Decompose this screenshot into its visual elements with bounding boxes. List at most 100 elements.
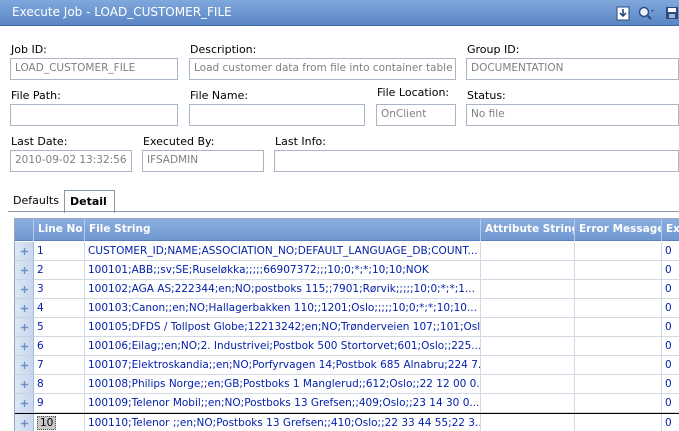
window-title: Execute Job - LOAD_CUSTOMER_FILE (12, 5, 232, 19)
cell-error-message[interactable] (575, 414, 662, 431)
file-name-field[interactable] (189, 104, 365, 126)
last-date-field[interactable]: 2010-09-02 13:32:56 (10, 150, 132, 172)
cell-file-string[interactable]: 100103;Canon;;en;NO;Hallagerbakken 110;;… (85, 299, 481, 318)
save-icon[interactable] (663, 4, 679, 22)
cell-ex-text: 0 (665, 264, 672, 276)
cell-ex[interactable]: 0 (662, 414, 679, 431)
file-name-label: File Name: (190, 89, 249, 102)
job-id-field[interactable]: LOAD_CUSTOMER_FILE (10, 58, 178, 80)
row-selector-icon[interactable] (15, 242, 34, 261)
cell-file-string-text: 100107;Elektroskandia;;en;NO;Porfyrvagen… (88, 359, 481, 371)
title-bar: Execute Job - LOAD_CUSTOMER_FILE (0, 0, 679, 26)
cell-line-no[interactable]: 1 (34, 242, 85, 261)
cell-file-string[interactable]: 100109;Telenor Mobil;;en;NO;Postboks 13 … (85, 394, 481, 413)
table-row[interactable]: 1 CUSTOMER_ID;NAME;ASSOCIATION_NO;DEFAULT… (15, 242, 679, 261)
cell-ex-text: 0 (665, 417, 672, 429)
cell-line-no[interactable]: 8 (34, 375, 85, 394)
cell-file-string[interactable]: 100101;ABB;;sv;SE;Ruseløkka;;;;;66907372… (85, 261, 481, 280)
cell-file-string[interactable]: 100106;Eilag;;en;NO;2. Industrivei;Postb… (85, 337, 481, 356)
row-selector-icon[interactable] (15, 337, 34, 356)
cell-error-message[interactable] (575, 280, 662, 299)
table-row[interactable]: 9 100109;Telenor Mobil;;en;NO;Postboks 13… (15, 394, 679, 413)
cell-file-string[interactable]: 100107;Elektroskandia;;en;NO;Porfyrvagen… (85, 356, 481, 375)
cell-attribute-string[interactable] (481, 318, 575, 337)
cell-ex-text: 0 (665, 340, 672, 352)
cell-line-no-text: 10 (37, 416, 57, 430)
cell-ex[interactable]: 0 (662, 261, 679, 280)
table-row[interactable]: 6 100106;Eilag;;en;NO;2. Industrivei;Post… (15, 337, 679, 356)
cell-line-no[interactable]: 2 (34, 261, 85, 280)
row-selector-icon[interactable] (15, 261, 34, 280)
cell-attribute-string[interactable] (481, 280, 575, 299)
row-selector-icon[interactable] (15, 375, 34, 394)
cell-error-message[interactable] (575, 394, 662, 413)
column-header-error-message[interactable]: Error Message (575, 219, 662, 241)
cell-attribute-string[interactable] (481, 375, 575, 394)
cell-attribute-string[interactable] (481, 337, 575, 356)
cell-file-string[interactable]: 100108;Philips Norge;;en;GB;Postboks 1 M… (85, 375, 481, 394)
cell-ex[interactable]: 0 (662, 337, 679, 356)
cell-file-string[interactable]: 100110;Telenor ;;en;NO;Postboks 13 Grefs… (85, 414, 481, 431)
cell-error-message[interactable] (575, 242, 662, 261)
cell-line-no[interactable]: 3 (34, 280, 85, 299)
column-header-attribute-string[interactable]: Attribute String (481, 219, 575, 241)
executed-by-field[interactable]: IFSADMIN (142, 150, 264, 172)
tab-detail[interactable]: Detail (64, 190, 115, 213)
cell-attribute-string[interactable] (481, 299, 575, 318)
last-info-field[interactable] (274, 150, 679, 172)
cell-ex[interactable]: 0 (662, 318, 679, 337)
cell-error-message[interactable] (575, 299, 662, 318)
cell-attribute-string[interactable] (481, 356, 575, 375)
cell-file-string[interactable]: CUSTOMER_ID;NAME;ASSOCIATION_NO;DEFAULT_… (85, 242, 481, 261)
cell-ex[interactable]: 0 (662, 280, 679, 299)
table-row[interactable]: 3 100102;AGA AS;222344;en;NO;postboks 115… (15, 280, 679, 299)
row-selector-icon[interactable] (15, 318, 34, 337)
row-selector-icon[interactable] (15, 414, 34, 431)
cell-ex[interactable]: 0 (662, 242, 679, 261)
cell-line-no[interactable]: 10 (34, 414, 85, 431)
row-selector-icon[interactable] (15, 299, 34, 318)
table-row[interactable]: 8 100108;Philips Norge;;en;GB;Postboks 1 … (15, 375, 679, 394)
table-row[interactable]: 2 100101;ABB;;sv;SE;Ruseløkka;;;;;6690737… (15, 261, 679, 280)
table-row[interactable]: 7 100107;Elektroskandia;;en;NO;Porfyrvage… (15, 356, 679, 375)
cell-file-string[interactable]: 100102;AGA AS;222344;en;NO;postboks 115;… (85, 280, 481, 299)
cell-ex[interactable]: 0 (662, 299, 679, 318)
file-path-field[interactable] (10, 104, 178, 126)
row-selector-icon[interactable] (15, 280, 34, 299)
file-location-field[interactable]: OnClient (376, 104, 456, 126)
table-row[interactable]: 4 100103;Canon;;en;NO;Hallagerbakken 110;… (15, 299, 679, 318)
cell-line-no[interactable]: 6 (34, 337, 85, 356)
status-label: Status: (467, 89, 506, 102)
cell-line-no[interactable]: 7 (34, 356, 85, 375)
cell-error-message[interactable] (575, 375, 662, 394)
description-field[interactable]: Load customer data from file into contai… (189, 58, 456, 80)
group-id-field[interactable]: DOCUMENTATION (466, 58, 679, 80)
table-row[interactable]: 10 100110;Telenor ;;en;NO;Postboks 13 Gre… (15, 413, 679, 431)
tab-defaults[interactable]: Defaults (8, 190, 63, 212)
cell-ex[interactable]: 0 (662, 375, 679, 394)
cell-attribute-string[interactable] (481, 414, 575, 431)
column-header-file-string[interactable]: File String (85, 219, 481, 241)
cell-attribute-string[interactable] (481, 242, 575, 261)
cell-attribute-string[interactable] (481, 261, 575, 280)
cell-error-message[interactable] (575, 356, 662, 375)
cell-error-message[interactable] (575, 318, 662, 337)
cell-file-string[interactable]: 100105;DFDS / Tollpost Globe;12213242;en… (85, 318, 481, 337)
cell-error-message[interactable] (575, 337, 662, 356)
cell-line-no[interactable]: 5 (34, 318, 85, 337)
cell-error-message[interactable] (575, 261, 662, 280)
cell-line-no[interactable]: 9 (34, 394, 85, 413)
row-selector-icon[interactable] (15, 356, 34, 375)
column-header-line-no[interactable]: Line No (34, 219, 85, 241)
column-header-ex[interactable]: Ex (662, 219, 679, 241)
cell-attribute-string[interactable] (481, 394, 575, 413)
search-icon[interactable] (637, 4, 655, 22)
job-id-label: Job ID: (11, 43, 47, 56)
cell-ex[interactable]: 0 (662, 356, 679, 375)
cell-ex[interactable]: 0 (662, 394, 679, 413)
row-selector-icon[interactable] (15, 394, 34, 413)
download-icon[interactable] (614, 4, 632, 22)
table-row[interactable]: 5 100105;DFDS / Tollpost Globe;12213242;e… (15, 318, 679, 337)
cell-line-no[interactable]: 4 (34, 299, 85, 318)
status-field[interactable]: No file (466, 104, 679, 126)
